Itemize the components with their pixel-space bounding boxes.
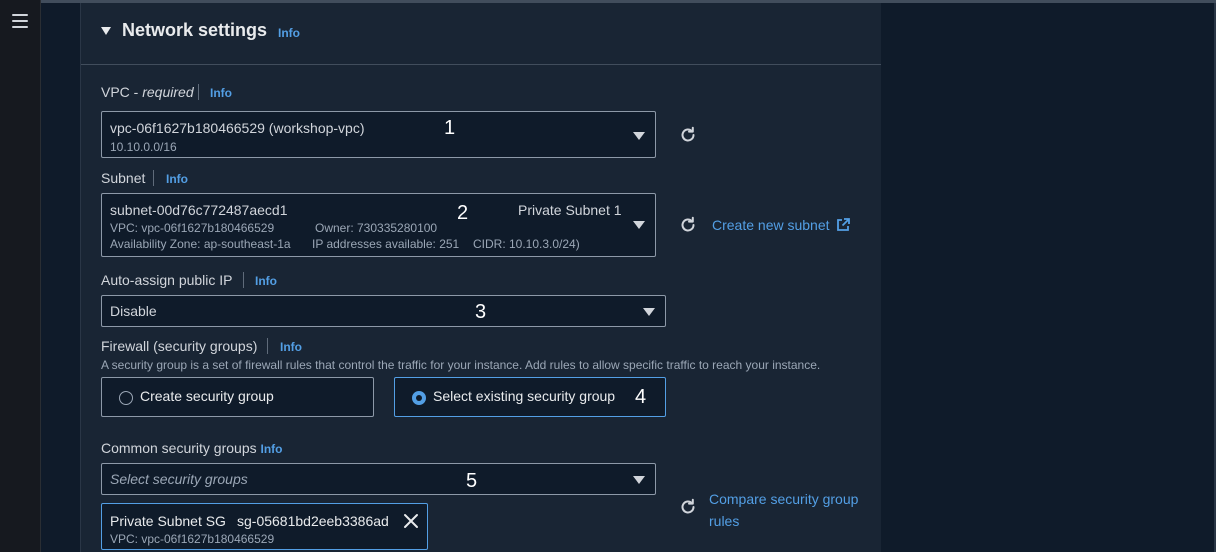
panel-header[interactable]: Network settings Info bbox=[81, 3, 881, 65]
subnet-name: Private Subnet 1 bbox=[518, 202, 622, 218]
select-existing-security-group-label: Select existing security group bbox=[433, 388, 616, 404]
public-ip-value: Disable bbox=[110, 303, 157, 319]
caret-down-icon bbox=[633, 476, 645, 484]
token-vpc: VPC: vpc-06f1627b180466529 bbox=[110, 532, 275, 546]
vpc-select[interactable]: vpc-06f1627b180466529 (workshop-vpc) 10.… bbox=[101, 111, 656, 158]
close-icon[interactable] bbox=[402, 512, 420, 530]
subnet-cidr: CIDR: 10.10.3.0/24) bbox=[473, 237, 580, 251]
common-sg-placeholder: Select security groups bbox=[110, 471, 248, 487]
radio-unselected[interactable] bbox=[119, 391, 133, 405]
divider bbox=[198, 84, 199, 100]
divider bbox=[153, 170, 154, 186]
create-security-group-option[interactable]: Create security group bbox=[101, 377, 374, 417]
common-sg-info-link[interactable]: Info bbox=[261, 442, 283, 456]
right-empty-area bbox=[881, 3, 1216, 552]
subnet-ips: IP addresses available: 251 bbox=[312, 237, 460, 251]
annotation-4: 4 bbox=[635, 386, 647, 408]
external-link-icon bbox=[837, 218, 851, 231]
annotation-2: 2 bbox=[457, 202, 469, 224]
common-sg-select[interactable]: Select security groups 5 bbox=[101, 463, 656, 495]
vpc-cidr: 10.10.0.0/16 bbox=[110, 140, 177, 154]
token-name: Private Subnet SG bbox=[110, 513, 226, 529]
annotation-3: 3 bbox=[475, 301, 487, 323]
public-ip-select[interactable]: Disable 3 bbox=[101, 295, 666, 327]
common-sg-label: Common security groups Info bbox=[101, 440, 283, 456]
radio-selected[interactable] bbox=[412, 391, 426, 405]
caret-down-icon bbox=[643, 308, 655, 316]
compare-security-group-rules-link[interactable]: Compare security group rules bbox=[709, 488, 858, 532]
vpc-select-value: vpc-06f1627b180466529 (workshop-vpc) bbox=[110, 120, 365, 136]
firewall-label: Firewall (security groups) bbox=[101, 338, 258, 354]
network-settings-panel: Network settings Info VPC - required Inf… bbox=[80, 3, 881, 552]
public-ip-label: Auto-assign public IP bbox=[101, 272, 233, 288]
public-ip-info-link[interactable]: Info bbox=[255, 274, 277, 288]
subnet-select-value: subnet-00d76c772487aecd1 bbox=[110, 202, 288, 218]
compare-link-line-1: Compare security group bbox=[709, 491, 859, 507]
vpc-info-link[interactable]: Info bbox=[210, 86, 232, 100]
menu-icon[interactable] bbox=[12, 14, 28, 28]
annotation-1: 1 bbox=[444, 117, 456, 139]
firewall-description: A security group is a set of firewall ru… bbox=[101, 358, 821, 372]
refresh-icon[interactable] bbox=[679, 498, 697, 516]
firewall-info-link[interactable]: Info bbox=[280, 340, 302, 354]
create-security-group-label: Create security group bbox=[140, 388, 274, 404]
create-new-subnet-link[interactable]: Create new subnet bbox=[712, 217, 851, 233]
section-info-link[interactable]: Info bbox=[278, 26, 300, 40]
subnet-owner: Owner: 730335280100 bbox=[315, 221, 438, 235]
divider bbox=[243, 272, 244, 288]
side-navigation bbox=[0, 0, 41, 552]
refresh-icon[interactable] bbox=[679, 216, 697, 234]
caret-down-icon bbox=[633, 132, 645, 140]
subnet-label: Subnet bbox=[101, 170, 146, 186]
selected-security-group-token: Private Subnet SG sg-05681bd2eeb3386ad V… bbox=[101, 503, 428, 550]
subnet-info-link[interactable]: Info bbox=[166, 172, 188, 186]
section-title: Network settings bbox=[122, 20, 268, 40]
vpc-label: VPC - required bbox=[101, 84, 194, 100]
divider bbox=[267, 338, 268, 354]
refresh-icon[interactable] bbox=[679, 126, 697, 144]
subnet-select[interactable]: subnet-00d76c772487aecd1 Private Subnet … bbox=[101, 193, 656, 257]
token-id: sg-05681bd2eeb3386ad bbox=[237, 513, 389, 529]
subnet-vpc: VPC: vpc-06f1627b180466529 bbox=[110, 221, 275, 235]
caret-down-icon[interactable] bbox=[101, 27, 111, 35]
annotation-5: 5 bbox=[466, 470, 478, 492]
create-new-subnet-label: Create new subnet bbox=[712, 217, 830, 233]
subnet-az: Availability Zone: ap-southeast-1a bbox=[110, 237, 291, 251]
select-existing-security-group-option[interactable]: Select existing security group 4 bbox=[394, 377, 666, 417]
compare-link-line-2: rules bbox=[709, 513, 740, 529]
content-gutter bbox=[41, 3, 79, 552]
caret-down-icon bbox=[633, 221, 645, 229]
